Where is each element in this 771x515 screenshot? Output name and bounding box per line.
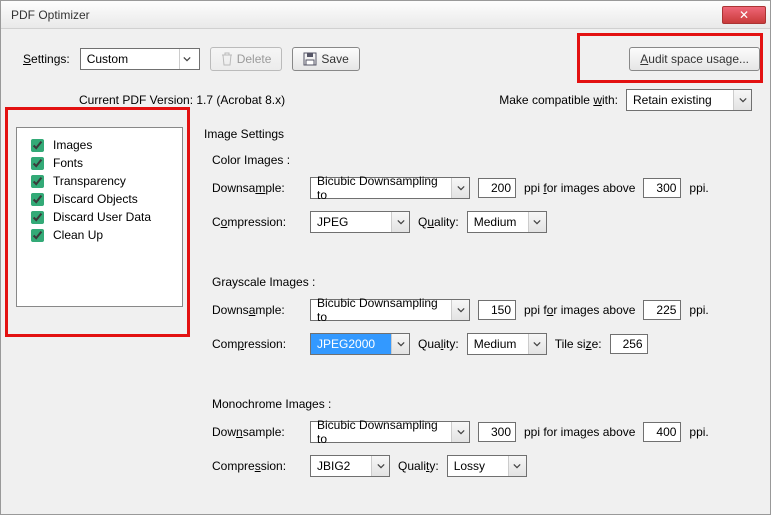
- quality-label: Quality:: [398, 459, 439, 473]
- delete-label: Delete: [237, 52, 272, 66]
- chevron-down-icon: [179, 49, 195, 69]
- category-discard-user-data[interactable]: Discard User Data: [27, 208, 172, 226]
- quality-label: Quality:: [418, 337, 459, 351]
- chevron-down-icon: [508, 456, 526, 476]
- compat-value: Retain existing: [633, 93, 712, 107]
- chevron-down-icon: [391, 212, 409, 232]
- gray-compression-method[interactable]: JPEG2000: [310, 333, 410, 355]
- chevron-down-icon: [371, 456, 389, 476]
- chevron-down-icon: [451, 422, 469, 442]
- category-clean-up[interactable]: Clean Up: [27, 226, 172, 244]
- compression-label: Compression:: [212, 459, 302, 473]
- ppi-end-label: ppi.: [689, 181, 708, 195]
- color-compression-row: Compression: JPEG Quality: Medium: [212, 211, 760, 233]
- compat-dropdown[interactable]: Retain existing: [626, 89, 752, 111]
- tile-label: Tile size:: [555, 337, 602, 351]
- floppy-icon: [303, 52, 317, 66]
- category-checkbox[interactable]: [31, 229, 44, 242]
- color-compression-method[interactable]: JPEG: [310, 211, 410, 233]
- category-checkbox[interactable]: [31, 175, 44, 188]
- ppi-mid-label: ppi for images above: [524, 181, 635, 195]
- gray-ppi-input[interactable]: [478, 300, 516, 320]
- ppi-end-label: ppi.: [689, 303, 708, 317]
- category-checkbox[interactable]: [31, 193, 44, 206]
- gray-images-heading: Grayscale Images :: [212, 275, 760, 289]
- gray-tile-input[interactable]: [610, 334, 648, 354]
- category-fonts[interactable]: Fonts: [27, 154, 172, 172]
- color-downsample-row: Downsample: Bicubic Downsampling to ppi …: [212, 177, 760, 199]
- color-ppi-input[interactable]: [478, 178, 516, 198]
- gray-compression-row: Compression: JPEG2000 Quality: Medium Ti…: [212, 333, 760, 355]
- mono-compression-method[interactable]: JBIG2: [310, 455, 390, 477]
- chevron-down-icon: [391, 334, 409, 354]
- close-button[interactable]: ✕: [722, 6, 766, 24]
- ppi-mid-label: ppi for images above: [524, 425, 635, 439]
- mono-above-input[interactable]: [643, 422, 681, 442]
- category-list: Images Fonts Transparency Discard Object…: [16, 127, 183, 307]
- image-settings-pane: Image Settings Color Images : Downsample…: [196, 127, 760, 514]
- settings-combo[interactable]: Custom: [80, 48, 200, 70]
- category-discard-objects[interactable]: Discard Objects: [27, 190, 172, 208]
- quality-label: Quality:: [418, 215, 459, 229]
- delete-button: Delete: [210, 47, 283, 71]
- close-icon: ✕: [739, 8, 749, 22]
- ppi-mid-label: ppi for images above: [524, 303, 635, 317]
- category-checkbox[interactable]: [31, 139, 44, 152]
- mono-ppi-input[interactable]: [478, 422, 516, 442]
- window-title: PDF Optimizer: [11, 8, 722, 22]
- color-images-heading: Color Images :: [212, 153, 760, 167]
- chevron-down-icon: [733, 90, 751, 110]
- mono-images-heading: Monochrome Images :: [212, 397, 760, 411]
- color-above-input[interactable]: [643, 178, 681, 198]
- gray-quality[interactable]: Medium: [467, 333, 547, 355]
- content-area: Settings: Custom Delete Save Audit space…: [1, 29, 770, 514]
- color-quality[interactable]: Medium: [467, 211, 547, 233]
- save-button[interactable]: Save: [292, 47, 359, 71]
- compat-label: Make compatible with:: [499, 93, 618, 107]
- gray-downsample-row: Downsample: Bicubic Downsampling to ppi …: [212, 299, 760, 321]
- chevron-down-icon: [528, 334, 546, 354]
- ppi-end-label: ppi.: [689, 425, 708, 439]
- mono-compression-row: Compression: JBIG2 Quality: Lossy: [212, 455, 760, 477]
- category-images[interactable]: Images: [27, 136, 172, 154]
- pdf-optimizer-window: PDF Optimizer ✕ Settings: Custom Delete …: [0, 0, 771, 515]
- gray-above-input[interactable]: [643, 300, 681, 320]
- compression-label: Compression:: [212, 337, 302, 351]
- mono-downsample-row: Downsample: Bicubic Downsampling to ppi …: [212, 421, 760, 443]
- mono-downsample-method[interactable]: Bicubic Downsampling to: [310, 421, 470, 443]
- highlight-audit: [577, 33, 763, 83]
- gray-downsample-method[interactable]: Bicubic Downsampling to: [310, 299, 470, 321]
- downsample-label: Downsample:: [212, 181, 302, 195]
- chevron-down-icon: [451, 300, 469, 320]
- chevron-down-icon: [451, 178, 469, 198]
- category-checkbox[interactable]: [31, 211, 44, 224]
- settings-combo-value: Custom: [87, 52, 128, 66]
- category-checkbox[interactable]: [31, 157, 44, 170]
- settings-label: Settings:: [23, 52, 70, 66]
- compression-label: Compression:: [212, 215, 302, 229]
- titlebar: PDF Optimizer ✕: [1, 1, 770, 29]
- mono-quality[interactable]: Lossy: [447, 455, 527, 477]
- version-row: Current PDF Version: 1.7 (Acrobat 8.x) M…: [79, 89, 752, 111]
- color-downsample-method[interactable]: Bicubic Downsampling to: [310, 177, 470, 199]
- trash-icon: [221, 52, 233, 66]
- pane-title: Image Settings: [204, 127, 760, 141]
- downsample-label: Downsample:: [212, 425, 302, 439]
- category-transparency[interactable]: Transparency: [27, 172, 172, 190]
- current-version-text: Current PDF Version: 1.7 (Acrobat 8.x): [79, 93, 285, 107]
- downsample-label: Downsample:: [212, 303, 302, 317]
- chevron-down-icon: [528, 212, 546, 232]
- save-label: Save: [321, 52, 348, 66]
